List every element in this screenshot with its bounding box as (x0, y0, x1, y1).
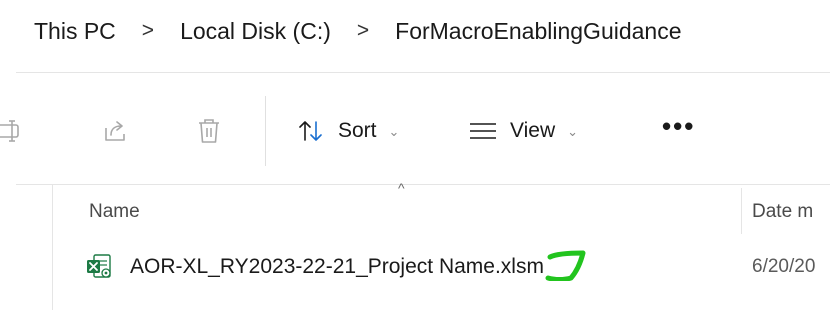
command-bar: Sort ⌄ View ⌄ ••• (0, 96, 830, 166)
breadcrumb-item-this-pc[interactable]: This PC (34, 18, 116, 45)
divider (16, 72, 830, 73)
chevron-down-icon: ⌄ (567, 124, 579, 139)
breadcrumb-item-current-folder[interactable]: ForMacroEnablingGuidance (395, 18, 681, 45)
share-icon (105, 121, 125, 141)
breadcrumb-separator-icon[interactable]: > (142, 19, 154, 43)
file-explorer-window: This PC > Local Disk (C:) > ForMacroEnab… (0, 0, 830, 310)
view-label: View (510, 119, 556, 142)
chevron-down-icon: ⌄ (388, 124, 400, 139)
more-icon: ••• (662, 111, 696, 141)
sort-label: Sort (338, 119, 377, 142)
file-date-modified: 6/20/20 (752, 256, 816, 277)
rename-icon (0, 120, 19, 142)
view-button[interactable]: View ⌄ (468, 96, 578, 166)
excel-macro-file-icon (87, 254, 111, 278)
file-name: AOR-XL_RY2023-22-21_Project Name.xlsm (130, 255, 544, 278)
column-separator[interactable] (741, 188, 742, 234)
breadcrumb-item-local-disk[interactable]: Local Disk (C:) (180, 18, 331, 45)
sort-ascending-icon: ^ (398, 180, 405, 196)
column-header-name[interactable]: Name (89, 196, 140, 228)
file-row[interactable]: AOR-XL_RY2023-22-21_Project Name.xlsm 6/… (60, 244, 830, 290)
view-icon (470, 123, 496, 139)
breadcrumb: This PC > Local Disk (C:) > ForMacroEnab… (0, 0, 830, 62)
more-options-button[interactable]: ••• (662, 96, 695, 166)
sort-button[interactable]: Sort ⌄ (296, 96, 399, 166)
delete-button[interactable] (196, 96, 222, 166)
share-button[interactable] (102, 96, 128, 166)
annotation-highlight-mark (545, 250, 586, 281)
navigation-pane-border (52, 185, 53, 310)
toolbar-separator (265, 96, 266, 166)
trash-icon (199, 119, 219, 143)
column-header-date-modified[interactable]: Date m (752, 196, 813, 228)
sort-icon (299, 121, 322, 141)
breadcrumb-separator-icon[interactable]: > (357, 19, 369, 43)
rename-button[interactable] (0, 96, 24, 166)
divider (16, 184, 830, 185)
